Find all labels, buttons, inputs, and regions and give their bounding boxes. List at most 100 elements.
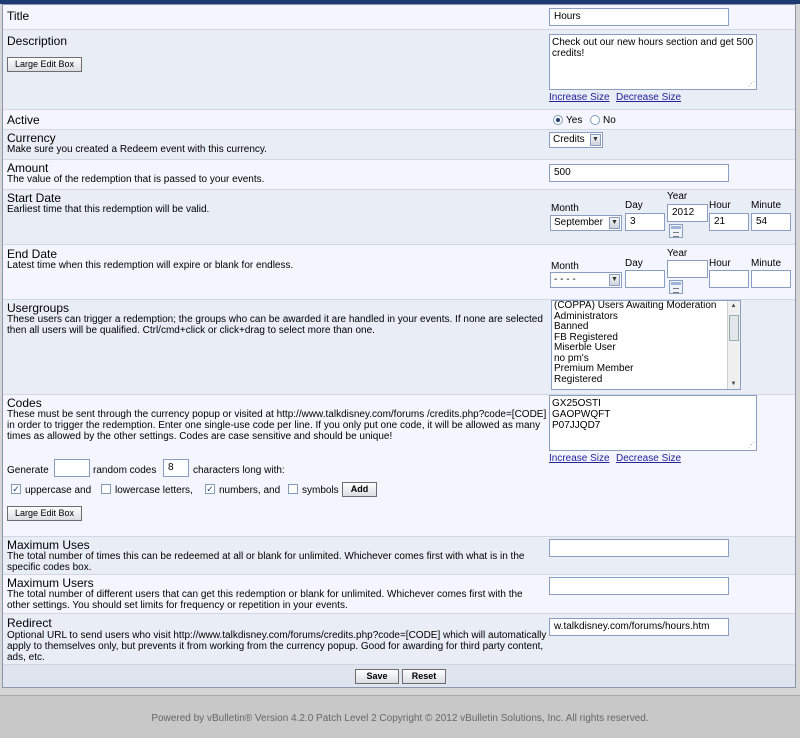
listbox-scrollbar[interactable]: ▲ ▼ [727,301,740,389]
currency-label: Currency [7,131,56,145]
max-uses-label: Maximum Uses [7,538,90,552]
list-item[interactable]: Registered [552,374,740,386]
end-month-select[interactable]: - - - - ▼ [550,272,622,288]
decrease-size-link[interactable]: Decrease Size [616,92,681,103]
large-edit-box-button[interactable]: Large Edit Box [7,57,82,72]
start-year-label: Year [667,191,688,202]
code-line: GX25OSTI [552,398,601,409]
start-minute-input[interactable]: 54 [751,213,791,231]
random-codes-label: random codes [93,465,157,476]
numbers-label: numbers, and [219,485,281,496]
add-codes-button[interactable]: Add [342,482,377,497]
reset-button[interactable]: Reset [402,669,446,684]
codes-row: Codes These must be sent through the cur… [3,395,795,537]
start-month-label: Month [551,203,579,214]
chevron-down-icon: ▼ [609,217,620,229]
max-users-input[interactable] [549,577,729,595]
start-month-value: September [554,217,603,228]
usergroups-listbox[interactable]: (COPPA) Users Awaiting Moderation Admini… [551,300,741,390]
generate-label: Generate [7,465,49,476]
scrollbar-thumb[interactable] [729,315,739,341]
redirect-row: Redirect Optional URL to send users who … [3,614,795,665]
list-item[interactable]: Premium Member [552,363,740,375]
end-hour-label: Hour [709,258,731,269]
start-month-select[interactable]: September ▼ [550,215,622,231]
end-year-input[interactable] [667,260,708,278]
codes-label: Codes [7,396,42,410]
currency-selected-value: Credits [553,134,585,145]
max-uses-row: Maximum Uses The total number of times t… [3,537,795,575]
uppercase-label: uppercase and [25,485,92,496]
currency-description: Make sure you created a Redeem event wit… [7,144,267,155]
end-date-label: End Date [7,247,58,261]
active-no-radio[interactable] [590,115,600,125]
list-item[interactable]: (COPPA) Users Awaiting Moderation [552,301,740,312]
codes-increase-size-link[interactable]: Increase Size [549,453,610,464]
description-textarea[interactable]: Check out our new hours section and get … [549,34,757,90]
page-footer: Powered by vBulletin® Version 4.2.0 Patc… [0,695,800,738]
codes-textarea[interactable]: GX25OSTI GAOPWQFT P07JJQD7 ⋰ [549,395,757,451]
start-date-label: Start Date [7,191,62,205]
title-input[interactable]: Hours [549,8,729,26]
end-day-input[interactable] [625,270,665,288]
end-minute-label: Minute [751,258,782,269]
lowercase-checkbox[interactable] [101,484,111,494]
redirect-description: Optional URL to send users who visit htt… [7,630,547,663]
end-year-label: Year [667,248,688,259]
active-no-label: No [603,115,616,126]
end-day-label: Day [625,258,643,269]
active-label: Active [7,113,40,127]
start-hour-input[interactable]: 21 [709,213,749,231]
scroll-up-icon[interactable]: ▲ [728,301,739,311]
currency-select[interactable]: Credits ▼ [549,132,603,148]
scroll-down-icon[interactable]: ▼ [728,379,739,389]
codes-large-edit-box-button[interactable]: Large Edit Box [7,506,82,521]
list-item[interactable]: Banned [552,321,740,333]
end-hour-input[interactable] [709,270,749,288]
max-uses-description: The total number of times this can be re… [7,551,525,573]
title-row: Title Hours [3,5,795,30]
max-uses-input[interactable] [549,539,729,557]
max-users-row: Maximum Users The total number of differ… [3,575,795,614]
end-minute-input[interactable] [751,270,791,288]
save-button[interactable]: Save [355,669,399,684]
description-text: Check out our new hours section and get … [552,37,754,59]
codes-decrease-size-link[interactable]: Decrease Size [616,453,681,464]
lowercase-label: lowercase letters, [115,485,193,496]
start-hour-label: Hour [709,200,731,211]
resize-grip-icon[interactable]: ⋰ [748,442,755,449]
max-users-description: The total number of different users that… [7,589,523,611]
calendar-icon[interactable] [669,280,683,294]
amount-row: Amount The value of the redemption that … [3,160,795,190]
redemption-form-panel: Title Hours Description Large Edit Box C… [2,4,796,688]
start-date-description: Earliest time that this redemption will … [7,204,210,215]
redirect-input[interactable]: w.talkdisney.com/forums/hours.htm [549,618,729,636]
generate-count-input[interactable] [54,459,90,477]
max-users-label: Maximum Users [7,576,94,590]
title-label: Title [7,9,30,23]
form-buttons-row: Save Reset [3,665,795,687]
codes-description: These must be sent through the currency … [7,409,547,442]
redirect-label: Redirect [7,616,52,630]
chevron-down-icon: ▼ [590,134,601,146]
list-item[interactable]: Miserble User [552,342,740,354]
increase-size-link[interactable]: Increase Size [549,92,610,103]
calendar-icon[interactable] [669,224,683,238]
start-date-row: Start Date Earliest time that this redem… [3,190,795,245]
uppercase-checkbox[interactable]: ✓ [11,484,21,494]
usergroups-description: These users can trigger a redemption; th… [7,314,543,336]
start-year-input[interactable]: 2012 [667,204,708,222]
symbols-checkbox[interactable] [288,484,298,494]
start-minute-label: Minute [751,200,782,211]
copyright-text: Powered by vBulletin® Version 4.2.0 Patc… [151,713,649,724]
active-yes-radio[interactable] [553,115,563,125]
chevron-down-icon: ▼ [609,274,620,286]
start-day-label: Day [625,200,643,211]
start-day-input[interactable]: 3 [625,213,665,231]
code-line: GAOPWQFT [552,409,611,420]
amount-label: Amount [7,161,49,175]
numbers-checkbox[interactable]: ✓ [205,484,215,494]
code-length-input[interactable]: 8 [163,459,189,477]
resize-grip-icon[interactable]: ⋰ [748,81,755,88]
amount-input[interactable]: 500 [549,164,729,182]
